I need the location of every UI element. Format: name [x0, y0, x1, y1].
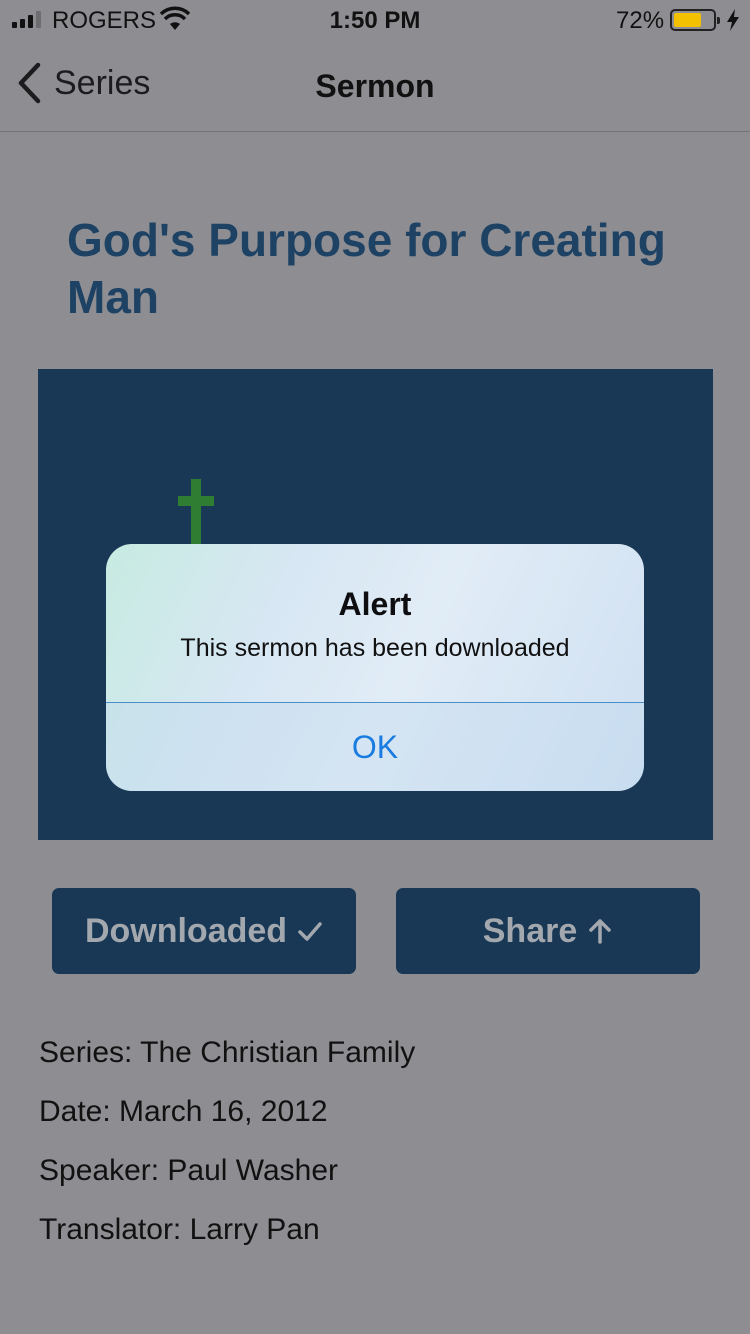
checkmark-icon: [298, 922, 322, 941]
translator-text: Translator: Larry Pan: [39, 1213, 320, 1246]
series-text: Series: The Christian Family: [39, 1036, 416, 1069]
share-label: Share: [482, 911, 578, 950]
alert-message: This sermon has been downloaded: [180, 634, 570, 662]
battery-icon: [670, 9, 720, 31]
downloaded-button[interactable]: Downloaded: [52, 888, 356, 974]
navigation-bar: Series Sermon: [0, 40, 750, 132]
nav-title: Sermon: [315, 68, 435, 104]
alert-dialog: Alert This sermon has been downloaded OK: [106, 544, 644, 791]
date-text: Date: March 16, 2012: [39, 1095, 328, 1128]
alert-ok-button[interactable]: OK: [106, 703, 644, 791]
status-bar: ROGERS 1:50 PM 72%: [0, 0, 750, 40]
sermon-title: God's Purpose for Creating Man: [67, 214, 666, 323]
speaker-text: Speaker: Paul Washer: [39, 1154, 339, 1187]
battery-percent: 72%: [616, 7, 665, 34]
downloaded-label: Downloaded: [84, 911, 288, 950]
share-button[interactable]: Share: [396, 888, 700, 974]
charging-icon: [727, 9, 739, 31]
arrow-up-icon: [589, 919, 611, 944]
alert-title: Alert: [338, 586, 412, 622]
cross-icon: [178, 479, 214, 549]
